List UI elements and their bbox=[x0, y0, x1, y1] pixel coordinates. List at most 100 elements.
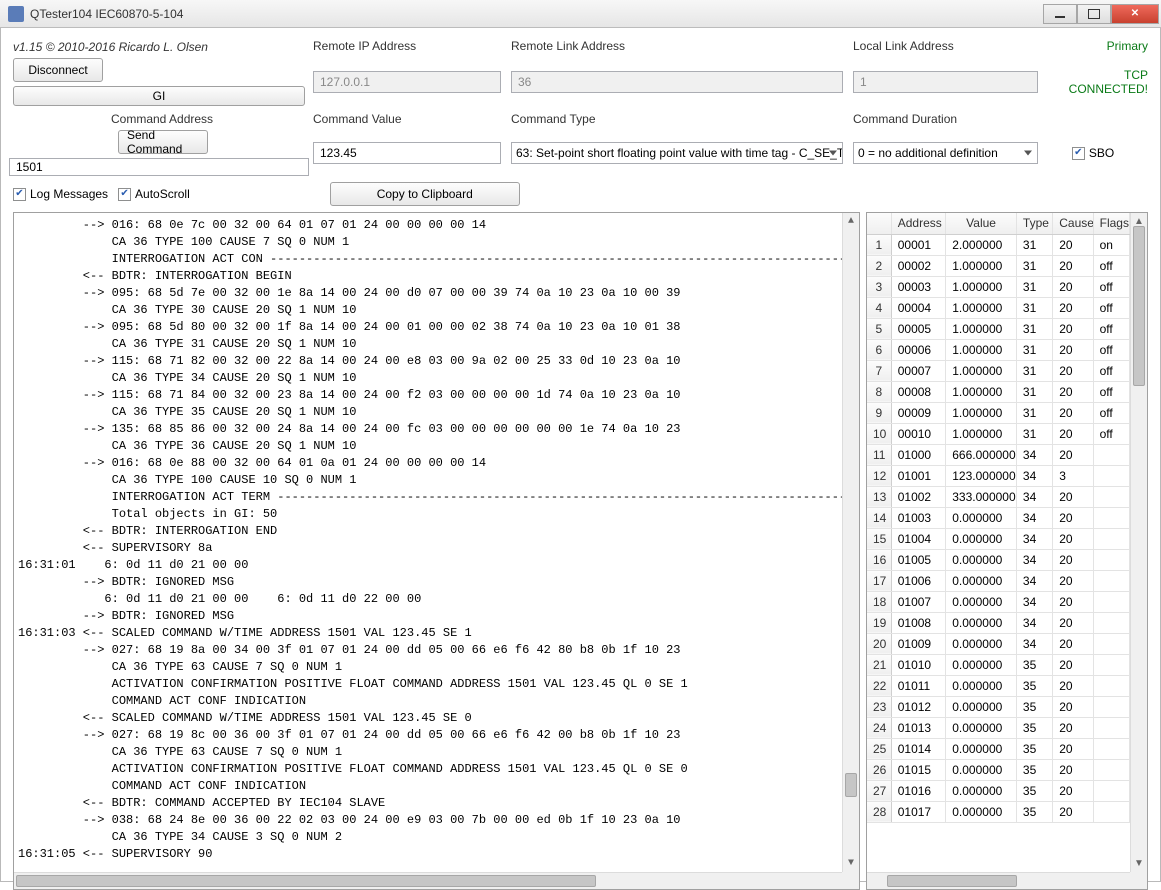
window-close-button[interactable] bbox=[1111, 4, 1159, 24]
table-row[interactable]: 3000031.0000003120off bbox=[867, 276, 1130, 297]
label-cmd-value: Command Value bbox=[313, 112, 511, 126]
label-cmd-type: Command Type bbox=[511, 112, 853, 126]
cell-address: 00002 bbox=[891, 255, 946, 276]
table-row[interactable]: 17010060.0000003420 bbox=[867, 570, 1130, 591]
log-scrollbar-horizontal[interactable] bbox=[14, 872, 842, 889]
send-command-button[interactable]: Send Command bbox=[118, 130, 208, 154]
cell-cause: 20 bbox=[1053, 276, 1093, 297]
cell-value: 0.000000 bbox=[946, 591, 1017, 612]
row-header: 7 bbox=[867, 360, 891, 381]
cell-cause: 20 bbox=[1053, 381, 1093, 402]
row-header: 13 bbox=[867, 486, 891, 507]
disconnect-button[interactable]: Disconnect bbox=[13, 58, 103, 82]
table-row[interactable]: 28010170.0000003520 bbox=[867, 801, 1130, 822]
cell-address: 01011 bbox=[891, 675, 946, 696]
cell-value: 1.000000 bbox=[946, 423, 1017, 444]
cell-type: 35 bbox=[1016, 675, 1052, 696]
grid-scrollbar-horizontal[interactable] bbox=[867, 872, 1130, 889]
command-duration-select[interactable]: 0 = no additional definition bbox=[853, 142, 1038, 164]
cell-flags bbox=[1093, 759, 1129, 780]
row-header: 12 bbox=[867, 465, 891, 486]
table-row[interactable]: 19010080.0000003420 bbox=[867, 612, 1130, 633]
gi-button[interactable]: GI bbox=[13, 86, 305, 106]
copy-to-clipboard-button[interactable]: Copy to Clipboard bbox=[330, 182, 520, 206]
grid-header-flags[interactable]: Flags bbox=[1093, 213, 1129, 234]
autoscroll-checkbox[interactable]: AutoScroll bbox=[118, 187, 190, 201]
row-header: 3 bbox=[867, 276, 891, 297]
row-header: 5 bbox=[867, 318, 891, 339]
command-type-select[interactable]: 63: Set-point short floating point value… bbox=[511, 142, 843, 164]
grid-scrollbar-vertical[interactable]: ▲ ▼ bbox=[1130, 213, 1147, 872]
table-row[interactable]: 16010050.0000003420 bbox=[867, 549, 1130, 570]
sbo-checkbox[interactable]: SBO bbox=[1072, 146, 1114, 160]
remote-ip-input[interactable] bbox=[313, 71, 501, 93]
cell-type: 34 bbox=[1016, 465, 1052, 486]
cell-flags: off bbox=[1093, 255, 1129, 276]
grid-header-cause[interactable]: Cause bbox=[1053, 213, 1093, 234]
log-messages-checkbox[interactable]: Log Messages bbox=[13, 187, 108, 201]
table-row[interactable]: 10000101.0000003120off bbox=[867, 423, 1130, 444]
cell-flags bbox=[1093, 633, 1129, 654]
table-row[interactable]: 1201001123.000000343 bbox=[867, 465, 1130, 486]
scroll-down-icon[interactable]: ▼ bbox=[843, 855, 859, 872]
scroll-thumb[interactable] bbox=[845, 773, 857, 797]
table-row[interactable]: 20010090.0000003420 bbox=[867, 633, 1130, 654]
table-row[interactable]: 14010030.0000003420 bbox=[867, 507, 1130, 528]
cell-flags: off bbox=[1093, 276, 1129, 297]
log-content[interactable]: --> 016: 68 0e 7c 00 32 00 64 01 07 01 2… bbox=[14, 213, 842, 872]
grid-header-value[interactable]: Value bbox=[946, 213, 1017, 234]
label-local-link: Local Link Address bbox=[853, 39, 1048, 53]
remote-link-input[interactable] bbox=[511, 71, 843, 93]
cell-type: 31 bbox=[1016, 339, 1052, 360]
cell-cause: 20 bbox=[1053, 612, 1093, 633]
table-row[interactable]: 18010070.0000003420 bbox=[867, 591, 1130, 612]
table-row[interactable]: 25010140.0000003520 bbox=[867, 738, 1130, 759]
table-row[interactable]: 7000071.0000003120off bbox=[867, 360, 1130, 381]
table-row[interactable]: 8000081.0000003120off bbox=[867, 381, 1130, 402]
table-row[interactable]: 4000041.0000003120off bbox=[867, 297, 1130, 318]
cell-address: 00005 bbox=[891, 318, 946, 339]
table-row[interactable]: 22010110.0000003520 bbox=[867, 675, 1130, 696]
table-row[interactable]: 1101000666.0000003420 bbox=[867, 444, 1130, 465]
grid-header-address[interactable]: Address bbox=[891, 213, 946, 234]
cell-cause: 20 bbox=[1053, 234, 1093, 255]
cell-address: 01013 bbox=[891, 717, 946, 738]
row-header: 4 bbox=[867, 297, 891, 318]
table-row[interactable]: 6000061.0000003120off bbox=[867, 339, 1130, 360]
cell-address: 00003 bbox=[891, 276, 946, 297]
table-row[interactable]: 24010130.0000003520 bbox=[867, 717, 1130, 738]
window-minimize-button[interactable] bbox=[1043, 4, 1077, 24]
cell-cause: 20 bbox=[1053, 318, 1093, 339]
app-icon bbox=[8, 6, 24, 22]
command-address-input[interactable] bbox=[9, 158, 309, 176]
table-row[interactable]: 15010040.0000003420 bbox=[867, 528, 1130, 549]
table-row[interactable]: 26010150.0000003520 bbox=[867, 759, 1130, 780]
table-row[interactable]: 1301002333.0000003420 bbox=[867, 486, 1130, 507]
cell-type: 34 bbox=[1016, 486, 1052, 507]
scroll-thumb[interactable] bbox=[1133, 226, 1145, 386]
command-value-input[interactable] bbox=[313, 142, 501, 164]
cell-value: 0.000000 bbox=[946, 654, 1017, 675]
table-row[interactable]: 27010160.0000003520 bbox=[867, 780, 1130, 801]
row-header: 8 bbox=[867, 381, 891, 402]
table-row[interactable]: 1000012.0000003120on bbox=[867, 234, 1130, 255]
table-row[interactable]: 23010120.0000003520 bbox=[867, 696, 1130, 717]
cell-address: 01015 bbox=[891, 759, 946, 780]
scroll-down-icon[interactable]: ▼ bbox=[1131, 855, 1147, 872]
scroll-up-icon[interactable]: ▲ bbox=[843, 213, 859, 230]
table-row[interactable]: 9000091.0000003120off bbox=[867, 402, 1130, 423]
local-link-input[interactable] bbox=[853, 71, 1038, 93]
scroll-corner bbox=[842, 872, 859, 889]
table-row[interactable]: 5000051.0000003120off bbox=[867, 318, 1130, 339]
cell-cause: 20 bbox=[1053, 654, 1093, 675]
data-grid[interactable]: Address Value Type Cause Flags 1000012.0… bbox=[867, 213, 1130, 823]
table-row[interactable]: 21010100.0000003520 bbox=[867, 654, 1130, 675]
log-scrollbar-vertical[interactable]: ▲ ▼ bbox=[842, 213, 859, 872]
scroll-thumb[interactable] bbox=[16, 875, 596, 887]
cell-flags bbox=[1093, 465, 1129, 486]
table-row[interactable]: 2000021.0000003120off bbox=[867, 255, 1130, 276]
window-maximize-button[interactable] bbox=[1077, 4, 1111, 24]
grid-header-type[interactable]: Type bbox=[1016, 213, 1052, 234]
cell-value: 1.000000 bbox=[946, 297, 1017, 318]
scroll-thumb[interactable] bbox=[887, 875, 1017, 887]
